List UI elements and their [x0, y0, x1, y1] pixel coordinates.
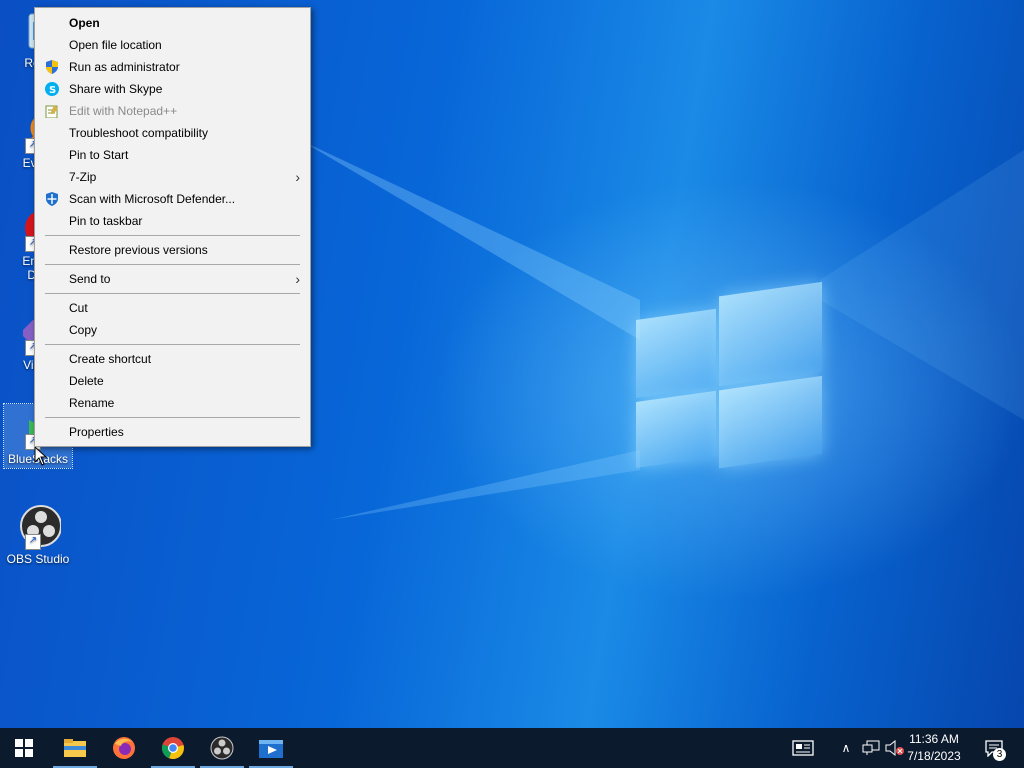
clock-time: 11:36 AM [909, 732, 959, 746]
taskbar-media-player[interactable] [247, 728, 295, 768]
show-hidden-icons-button[interactable]: ∧ [836, 728, 856, 768]
clock-date: 7/18/2023 [907, 749, 961, 763]
taskbar-clock[interactable]: 11:36 AM 7/18/2023 [902, 731, 966, 765]
obs-studio-icon: ↗ [15, 504, 62, 550]
menu-item-send-to[interactable]: Send to › [35, 268, 310, 290]
skype-icon: S [45, 82, 59, 96]
start-button[interactable] [0, 728, 48, 768]
menu-item-open[interactable]: Open [35, 12, 310, 34]
chevron-up-icon: ∧ [841, 741, 851, 755]
menu-item-share-with-skype[interactable]: S Share with Skype [35, 78, 310, 100]
menu-item-restore-previous-versions[interactable]: Restore previous versions [35, 239, 310, 261]
network-icon [862, 740, 880, 755]
menu-item-run-as-administrator[interactable]: Run as administrator [35, 56, 310, 78]
taskbar-file-explorer[interactable] [51, 728, 99, 768]
firefox-icon [113, 737, 135, 759]
desktop-icon-label: OBS Studio [6, 552, 70, 566]
menu-separator [45, 344, 300, 345]
menu-separator [45, 264, 300, 265]
media-player-icon [259, 740, 283, 758]
taskbar: ∧ 11:36 AM 7/18/2023 3 [0, 728, 1024, 768]
svg-text:S: S [49, 85, 56, 96]
menu-item-7-zip[interactable]: 7-Zip › [35, 166, 310, 188]
defender-icon [46, 192, 58, 206]
uac-shield-icon [46, 60, 58, 74]
action-center-button[interactable]: 3 [980, 728, 1008, 768]
menu-item-open-file-location[interactable]: Open file location [35, 34, 310, 56]
menu-item-rename[interactable]: Rename [35, 392, 310, 414]
menu-separator [45, 235, 300, 236]
menu-separator [45, 293, 300, 294]
menu-item-create-shortcut[interactable]: Create shortcut [35, 348, 310, 370]
notepad-plus-plus-icon [45, 105, 58, 118]
mouse-cursor-icon [34, 446, 48, 466]
menu-item-scan-with-defender[interactable]: Scan with Microsoft Defender... [35, 188, 310, 210]
menu-item-pin-to-start[interactable]: Pin to Start [35, 144, 310, 166]
chrome-icon [161, 737, 184, 760]
menu-item-troubleshoot-compatibility[interactable]: Troubleshoot compatibility [35, 122, 310, 144]
desktop-icon-obs-studio[interactable]: ↗ OBS Studio [4, 504, 72, 566]
menu-item-pin-to-taskbar[interactable]: Pin to taskbar [35, 210, 310, 232]
taskbar-firefox[interactable] [100, 728, 148, 768]
menu-item-delete[interactable]: Delete [35, 370, 310, 392]
windows-start-icon [15, 739, 33, 757]
chevron-right-icon: › [295, 169, 300, 185]
menu-item-edit-with-notepad-plus-plus[interactable]: Edit with Notepad++ [35, 100, 310, 122]
menu-item-copy[interactable]: Copy [35, 319, 310, 341]
news-icon [792, 740, 814, 756]
taskbar-chrome[interactable] [149, 728, 197, 768]
menu-separator [45, 417, 300, 418]
taskbar-news-widget[interactable] [788, 728, 818, 768]
windows-logo-wallpaper [636, 263, 826, 480]
taskbar-obs-studio[interactable] [198, 728, 246, 768]
context-menu: Open Open file location Run as administr… [34, 7, 311, 447]
chevron-right-icon: › [295, 271, 300, 287]
folder-icon [64, 739, 86, 757]
shortcut-arrow-icon: ↗ [25, 534, 41, 550]
network-tray-button[interactable] [860, 728, 882, 768]
notification-count-badge: 3 [993, 748, 1006, 761]
menu-item-properties[interactable]: Properties [35, 421, 310, 443]
menu-item-cut[interactable]: Cut [35, 297, 310, 319]
obs-studio-icon [210, 736, 234, 760]
